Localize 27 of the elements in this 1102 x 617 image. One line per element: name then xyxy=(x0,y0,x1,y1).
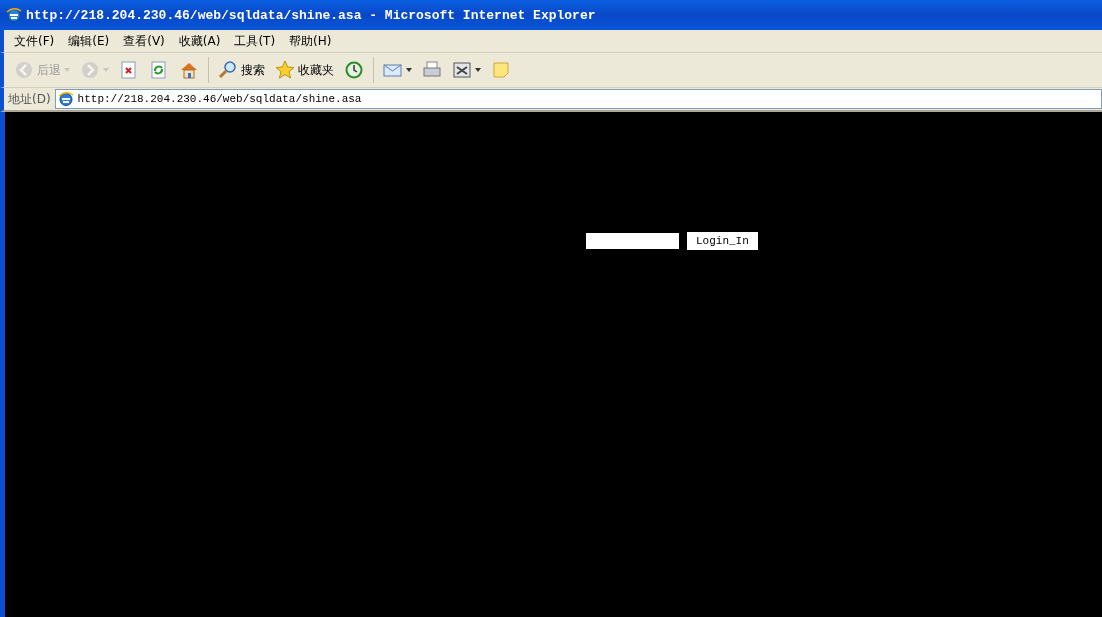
login-input-field[interactable] xyxy=(586,233,679,249)
login-button[interactable]: Login_In xyxy=(687,232,758,250)
menu-item[interactable]: 工具(T) xyxy=(228,32,283,50)
browser-logo-icon xyxy=(57,91,74,107)
menu-item[interactable]: 帮助(H) xyxy=(283,32,339,50)
toolbar-button[interactable]: 收藏夹 xyxy=(271,58,338,82)
address-field[interactable]: http://218.204.230.46/web/sqldata/shine.asa xyxy=(54,89,1102,109)
stop-icon xyxy=(119,60,139,80)
printer-icon xyxy=(422,60,442,80)
note-icon xyxy=(491,60,511,80)
clock-icon xyxy=(344,60,364,80)
address-label: 地址(D) xyxy=(8,90,51,108)
search-icon xyxy=(218,60,238,80)
caret-icon xyxy=(103,68,109,72)
caret-icon xyxy=(406,68,412,72)
window-title: http://218.204.230.46/web/sqldata/shine.asa - Microsoft Internet Explorer xyxy=(26,7,596,23)
caret-icon xyxy=(475,68,481,72)
toolbar-button[interactable]: 搜索 xyxy=(214,58,269,82)
menu-item[interactable]: 编辑(E) xyxy=(62,32,117,50)
menu-item[interactable]: 查看(V) xyxy=(117,32,172,50)
browser-logo-icon xyxy=(6,7,22,23)
menu-item[interactable]: 文件(F) xyxy=(8,32,62,50)
star-icon xyxy=(275,60,295,80)
home-icon xyxy=(179,60,199,80)
caret-icon xyxy=(64,68,70,72)
refresh-icon xyxy=(149,60,169,80)
menu-item[interactable]: 收藏(A) xyxy=(172,32,228,50)
